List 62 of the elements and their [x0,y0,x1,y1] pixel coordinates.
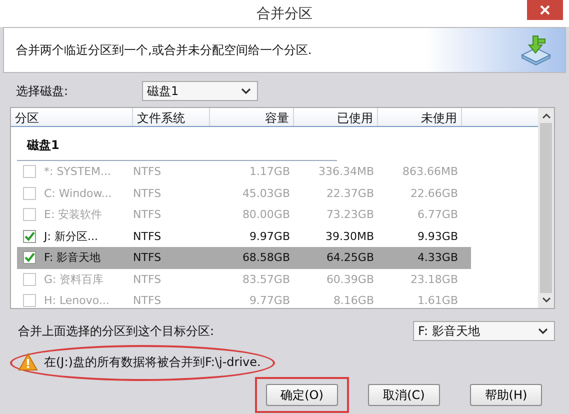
close-button[interactable] [527,0,563,20]
partition-row[interactable]: F: 影音天地 NTFS 68.58GB 64.25GB 4.33GB [17,247,471,268]
table-cell-text: 23.18GB [409,272,459,286]
table-cell-text: 83.57GB [241,272,291,286]
table-cell-text: 9.97GB [248,230,291,243]
column-header[interactable]: 分区 [11,108,133,126]
table-cell-text: 45.03GB [241,186,291,200]
table-cell-text: NTFS [133,272,162,286]
partition-row[interactable]: J: 新分区... NTFS 9.97GB 39.30MB 9.93GB [17,226,471,247]
warning-text: 在(J:)盘的所有数据将被合并到F:\j-drive. [44,354,261,370]
table-cell-text: *: SYSTEM... [44,165,112,178]
table-cell-text: 4.33GB [416,251,459,264]
table-cell-text: 1.17GB [248,165,291,178]
window-title: 合并分区 [256,4,312,22]
table-cell-text: 22.37GB [325,186,375,200]
table-cell-text: 9.93GB [416,230,459,243]
target-select[interactable]: F: 影音天地 [413,321,555,341]
table-cell-text: 336.34MB [317,165,375,178]
table-cell-text: 9.77GB [248,294,291,308]
table-cell-text: 6.77GB [416,208,459,222]
target-label: 合并上面选择的分区到这个目标分区: [18,322,214,340]
column-header[interactable]: 文件系统 [133,108,210,126]
table-cell-text: 80.00GB [241,208,291,222]
table-cell-text: 60.39GB [325,272,375,286]
column-header[interactable]: 容量 [210,108,294,126]
table-cell-text: G: 资料百库 [44,272,105,287]
table-cell-text: 68.58GB [241,251,291,264]
warning-icon [18,353,38,371]
group-label: 磁盘1 [17,133,337,161]
dialog-button[interactable]: 确定(O) [266,384,338,406]
table-cell-text: J: 新分区... [44,228,99,244]
table-cell-text: 1.61GB [416,294,459,308]
scroll-down-icon[interactable] [542,297,550,303]
table-cell-text: 863.66MB [401,165,459,178]
table-cell-text: 22.66GB [409,186,459,200]
table-cell-text: NTFS [133,294,162,308]
table-cell-text: 64.25GB [325,251,375,264]
checkbox[interactable] [23,251,36,264]
scroll-up-icon[interactable] [542,113,550,119]
column-header[interactable]: 已使用 [294,108,378,126]
table-cell-text: NTFS [133,208,162,222]
table-cell-text: 39.30MB [324,230,375,243]
table-cell-text: H: Lenovo... [44,294,110,308]
column-header[interactable]: 未使用 [378,108,462,126]
dialog-button[interactable]: 取消(C) [368,384,440,406]
dialog-button[interactable]: 帮助(H) [470,384,542,406]
header-description: 合并两个临近分区到一个,或合并未分配空间给一个分区. [16,42,312,58]
disk-arrow-icon [519,33,553,67]
table-cell-text: NTFS [133,186,162,200]
checkbox[interactable] [23,230,36,243]
table-cell-text: 73.23GB [325,208,375,222]
disk-select-label: 选择磁盘: [15,82,70,100]
table-cell-text: NTFS [133,251,162,264]
close-icon [539,4,551,16]
table-cell-text: C: Window... [44,186,113,200]
table-cell-text: E: 安装软件 [44,207,104,222]
table-cell-text: F: 影音天地 [44,250,102,266]
table-cell-text: NTFS [133,165,162,178]
table-cell-text: 8.16GB [332,294,375,308]
table-cell-text: NTFS [133,230,162,243]
scrollbar[interactable] [538,108,554,308]
disk-select[interactable]: 磁盘1 [142,81,258,101]
